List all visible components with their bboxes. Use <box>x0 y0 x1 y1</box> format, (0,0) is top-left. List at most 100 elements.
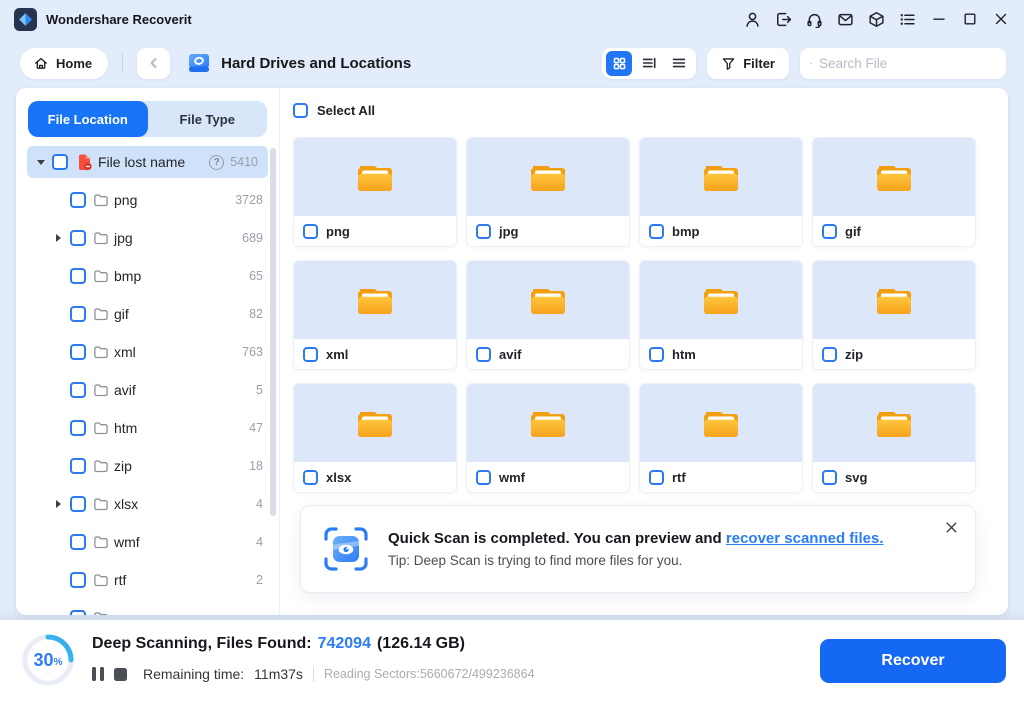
detail-view-button[interactable] <box>636 51 662 76</box>
folder-card-gif[interactable]: gif <box>812 137 976 247</box>
tree-item-zip[interactable]: zip 18 <box>16 447 279 485</box>
folder-grid: png jpg bmp gif xml avif htm zip xlsx wm… <box>293 137 1008 493</box>
tree-item-wmf[interactable]: wmf 4 <box>16 523 279 561</box>
card-checkbox[interactable] <box>303 469 318 485</box>
card-checkbox[interactable] <box>649 223 664 239</box>
folder-icon <box>93 534 109 550</box>
tab-file-type[interactable]: File Type <box>148 101 268 137</box>
stop-button[interactable] <box>114 667 127 681</box>
notification-close-button[interactable] <box>939 515 963 539</box>
folder-card-bmp[interactable]: bmp <box>639 137 803 247</box>
tree-item-rtf[interactable]: rtf 2 <box>16 561 279 599</box>
breadcrumb-title: Hard Drives and Locations <box>221 54 412 72</box>
minimize-button[interactable] <box>925 6 952 32</box>
hard-drive-icon <box>189 54 210 72</box>
recover-button[interactable]: Recover <box>820 639 1006 683</box>
folder-card-jpg[interactable]: jpg <box>466 137 630 247</box>
expand-caret-icon[interactable] <box>56 234 61 242</box>
help-icon[interactable]: ? <box>209 154 225 170</box>
folder-icon <box>93 230 109 246</box>
tree-item-jpg[interactable]: jpg 689 <box>16 219 279 257</box>
folder-card-avif[interactable]: avif <box>466 260 630 370</box>
tree-item-checkbox[interactable] <box>70 458 86 474</box>
maximize-button[interactable] <box>956 6 983 32</box>
tree-item-checkbox[interactable] <box>70 572 86 588</box>
tree-item-png[interactable]: png 3728 <box>16 181 279 219</box>
grid-view-button[interactable] <box>606 50 633 76</box>
scan-preview-icon <box>324 527 368 571</box>
folder-card-png[interactable]: png <box>293 137 457 247</box>
card-checkbox[interactable] <box>303 346 318 362</box>
tree-item-gif[interactable]: gif 82 <box>16 295 279 333</box>
tab-file-location[interactable]: File Location <box>28 101 148 137</box>
folder-card-zip[interactable]: zip <box>812 260 976 370</box>
folder-icon <box>93 420 109 436</box>
account-button[interactable] <box>739 6 766 32</box>
card-checkbox[interactable] <box>822 469 837 485</box>
pause-button[interactable] <box>92 667 104 681</box>
folder-card-wmf[interactable]: wmf <box>466 383 630 493</box>
lost-file-icon <box>75 153 93 171</box>
tree-item-checkbox[interactable] <box>70 192 86 208</box>
card-checkbox[interactable] <box>649 469 664 485</box>
footer-divider <box>312 666 314 682</box>
home-label: Home <box>56 55 93 71</box>
close-button[interactable] <box>987 6 1014 32</box>
card-checkbox[interactable] <box>476 223 491 239</box>
folder-icon <box>93 344 109 360</box>
app-logo-icon <box>14 7 37 31</box>
folder-card-xlsx[interactable]: xlsx <box>293 383 457 493</box>
folder-card-rtf[interactable]: rtf <box>639 383 803 493</box>
folder-icon <box>93 572 109 588</box>
menu-button[interactable] <box>894 6 921 32</box>
expand-caret-icon[interactable] <box>56 500 61 508</box>
tree-root-checkbox[interactable] <box>52 154 68 170</box>
export-button[interactable] <box>770 6 797 32</box>
card-checkbox[interactable] <box>649 346 664 362</box>
tree-item-bmp[interactable]: bmp 65 <box>16 257 279 295</box>
files-found-size: (126.14 GB) <box>376 635 466 652</box>
select-all-checkbox[interactable] <box>293 103 308 118</box>
list-view-button[interactable] <box>666 51 692 76</box>
reading-sectors-status: Reading Sectors:5660672/499236864 <box>323 667 535 681</box>
tree-item-htm[interactable]: htm 47 <box>16 409 279 447</box>
tree-item-xlsx[interactable]: xlsx 4 <box>16 485 279 523</box>
card-checkbox[interactable] <box>476 346 491 362</box>
tree-item-checkbox[interactable] <box>70 268 86 284</box>
tree-item-avif[interactable]: avif 5 <box>16 371 279 409</box>
tree-item-checkbox[interactable] <box>70 230 86 246</box>
folder-card-xml[interactable]: xml <box>293 260 457 370</box>
tree-item-checkbox[interactable] <box>70 420 86 436</box>
feedback-button[interactable] <box>832 6 859 32</box>
tree-item-checkbox[interactable] <box>70 306 86 322</box>
home-button[interactable]: Home <box>20 47 109 79</box>
tree-item-checkbox[interactable] <box>70 344 86 360</box>
support-button[interactable] <box>801 6 828 32</box>
sidebar-scrollbar[interactable] <box>270 148 276 516</box>
back-button[interactable] <box>137 47 171 79</box>
card-checkbox[interactable] <box>822 346 837 362</box>
folder-card-svg[interactable]: svg <box>812 383 976 493</box>
card-checkbox[interactable] <box>476 469 491 485</box>
select-all-row: Select All <box>293 102 1008 119</box>
folder-card-htm[interactable]: htm <box>639 260 803 370</box>
folder-icon <box>93 268 109 284</box>
search-input[interactable] <box>819 55 996 71</box>
tree-root-file-lost-name[interactable]: File lost name ? 5410 <box>27 146 268 178</box>
collapse-caret-icon[interactable] <box>37 159 45 165</box>
card-checkbox[interactable] <box>303 223 318 239</box>
tree-item-partial[interactable] <box>16 599 279 615</box>
recover-scanned-files-link[interactable]: recover scanned files. <box>726 530 884 547</box>
folder-large-icon <box>870 156 918 198</box>
tree-item-checkbox[interactable] <box>70 382 86 398</box>
tree-item-checkbox[interactable] <box>70 534 86 550</box>
tree-item-checkbox[interactable] <box>70 496 86 512</box>
folder-large-icon <box>351 156 399 198</box>
card-checkbox[interactable] <box>822 223 837 239</box>
titlebar-icon-group <box>739 6 1014 32</box>
filter-button[interactable]: Filter <box>707 47 789 79</box>
headset-icon <box>807 13 822 28</box>
tree-item-checkbox[interactable] <box>70 610 86 615</box>
resources-button[interactable] <box>863 6 890 32</box>
tree-item-xml[interactable]: xml 763 <box>16 333 279 371</box>
